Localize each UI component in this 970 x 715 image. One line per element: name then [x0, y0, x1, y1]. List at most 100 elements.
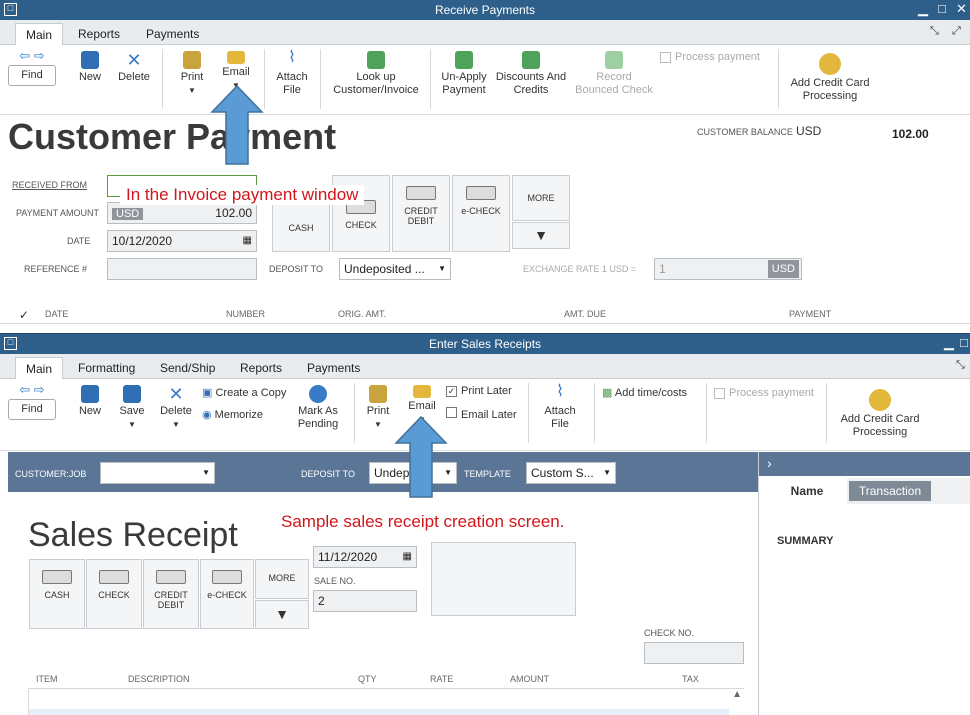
table-row[interactable]: [29, 709, 729, 715]
summary-heading: SUMMARY: [777, 535, 834, 547]
tab-bar: Main Reports Payments ⤡ ⤢: [0, 20, 970, 46]
find-button[interactable]: ⇦ ⇨ Find: [8, 383, 56, 420]
expand-icon[interactable]: ⤢: [952, 25, 961, 38]
payment-method-echeck[interactable]: e-CHECK: [200, 559, 254, 629]
check-icon: [99, 570, 129, 584]
window-menu-icon[interactable]: □: [4, 3, 17, 16]
memorize-button[interactable]: ◉ Memorize: [202, 409, 292, 422]
credit-card-icon: [869, 389, 891, 411]
minimize-icon[interactable]: ▁: [944, 334, 954, 352]
new-button[interactable]: New: [72, 51, 108, 84]
save-icon: [123, 385, 141, 403]
check-column-icon: ✓: [19, 308, 30, 322]
tab-main[interactable]: Main: [15, 357, 64, 380]
close-icon[interactable]: ✕: [956, 0, 967, 18]
lookup-customer-invoice-button[interactable]: Look up Customer/Invoice: [328, 51, 424, 97]
payment-amount-field[interactable]: USD 102.00: [107, 202, 257, 224]
restore-icon[interactable]: ⤡: [930, 25, 939, 38]
add-credit-card-processing-button[interactable]: Add Credit Card Processing: [834, 389, 926, 439]
separator: [162, 49, 163, 109]
payment-method-cash[interactable]: CASH: [272, 202, 330, 252]
attach-file-button[interactable]: ⌇ Attach File: [272, 50, 312, 97]
date-field[interactable]: 11/12/2020 ▦: [313, 546, 417, 568]
date-field[interactable]: 10/12/2020 ▦: [107, 230, 257, 252]
check-mark-icon: [309, 385, 327, 403]
new-button[interactable]: New: [72, 385, 108, 418]
maximize-icon[interactable]: □: [938, 0, 946, 18]
payment-method-credit-debit[interactable]: CREDIT DEBIT: [143, 559, 199, 629]
tab-reports[interactable]: Reports: [68, 23, 130, 45]
minimize-icon[interactable]: ▁: [918, 0, 928, 18]
record-bounced-check-button[interactable]: Record Bounced Check: [572, 51, 656, 97]
toolbar-ribbon: ⇦ ⇨ Find New ✕ Delete Print ▼ Email ▼ ⌇ …: [0, 45, 970, 115]
print-button[interactable]: Print ▼: [174, 51, 210, 97]
tab-name[interactable]: Name: [767, 478, 847, 504]
sale-no-field[interactable]: 2: [313, 590, 417, 612]
page-title: Sales Receipt: [28, 516, 238, 554]
page-title: Customer Payment: [8, 116, 337, 157]
calendar-icon: ▦: [402, 551, 412, 562]
col-payment: PAYMENT: [789, 309, 832, 319]
payment-method-more[interactable]: MORE: [255, 559, 309, 599]
delete-button[interactable]: ✕ Delete: [114, 51, 154, 84]
discounts-credits-button[interactable]: Discounts And Credits: [494, 51, 568, 97]
tab-payments[interactable]: Payments: [297, 357, 370, 379]
chevron-right-icon[interactable]: ›: [767, 455, 772, 471]
tab-send-ship[interactable]: Send/Ship: [150, 357, 225, 379]
payment-method-cash[interactable]: CASH: [29, 559, 85, 629]
pointer-arrow-up: [394, 415, 448, 498]
payment-method-echeck[interactable]: e-CHECK: [452, 175, 510, 252]
chevron-down-icon: ▼: [438, 264, 446, 273]
customer-balance-label: CUSTOMER BALANCE: [697, 127, 793, 137]
sales-receipts-window: □ Enter Sales Receipts ▁ □ Main Formatti…: [0, 333, 970, 715]
delete-button[interactable]: ✕ Delete ▼: [156, 385, 196, 431]
add-credit-card-processing-button[interactable]: Add Credit Card Processing: [784, 53, 876, 103]
separator: [594, 383, 595, 443]
scroll-up-icon[interactable]: ▲: [732, 689, 742, 700]
customer-job-select[interactable]: ▼: [100, 462, 215, 484]
maximize-icon[interactable]: □: [960, 334, 968, 352]
received-from-label: RECEIVED FROM: [12, 180, 88, 190]
echeck-icon: [466, 186, 496, 200]
tab-formatting[interactable]: Formatting: [68, 357, 145, 379]
create-copy-button[interactable]: ▣ Create a Copy: [202, 387, 302, 400]
window-menu-icon[interactable]: □: [4, 337, 17, 350]
process-payment-checkbox[interactable]: Process payment: [660, 51, 770, 64]
deposit-to-select[interactable]: Undeposited ... ▼: [339, 258, 451, 280]
reference-field[interactable]: [107, 258, 257, 280]
print-later-checkbox[interactable]: ✓ Print Later: [446, 385, 526, 398]
email-later-checkbox[interactable]: Email Later: [446, 407, 526, 422]
tab-transaction[interactable]: Transaction: [849, 481, 931, 501]
payment-method-check[interactable]: CHECK: [86, 559, 142, 629]
more-dropdown-button[interactable]: ▼: [255, 600, 309, 629]
check-no-field[interactable]: [644, 642, 744, 664]
tab-reports[interactable]: Reports: [230, 357, 292, 379]
exchange-rate-field[interactable]: 1 USD: [654, 258, 802, 280]
sold-to-box[interactable]: [431, 542, 576, 616]
reference-label: REFERENCE #: [24, 264, 88, 274]
lookup-icon: [367, 51, 385, 69]
form-header-bar: CUSTOMER:JOB ▼ DEPOSIT TO Undep ▼ TEMPLA…: [8, 452, 758, 492]
process-payment-checkbox[interactable]: Process payment: [714, 387, 824, 400]
mark-as-pending-button[interactable]: Mark As Pending: [292, 385, 344, 431]
restore-icon[interactable]: ⤡: [956, 359, 965, 372]
chevron-down-icon: ▼: [275, 606, 289, 622]
chevron-down-icon: ▼: [603, 468, 611, 477]
copy-icon: ▣: [202, 387, 213, 399]
attach-file-button[interactable]: ⌇ Attach File: [540, 384, 580, 431]
tab-payments[interactable]: Payments: [136, 23, 209, 45]
payment-method-credit-debit[interactable]: CREDIT DEBIT: [392, 175, 450, 252]
find-button[interactable]: ⇦ ⇨ Find: [8, 49, 56, 86]
tab-bar: Main Formatting Send/Ship Reports Paymen…: [0, 354, 970, 380]
unapply-payment-button[interactable]: Un-Apply Payment: [436, 51, 492, 97]
tab-main[interactable]: Main: [15, 23, 64, 46]
template-select[interactable]: Custom S... ▼: [526, 462, 616, 484]
print-button[interactable]: Print ▼: [360, 385, 396, 431]
more-dropdown-button[interactable]: ▼: [512, 222, 570, 249]
add-time-costs-button[interactable]: ▩ Add time/costs: [602, 387, 702, 400]
calendar-icon: ▦: [242, 235, 252, 246]
payment-method-more[interactable]: MORE: [512, 175, 570, 221]
save-button[interactable]: Save ▼: [114, 385, 150, 431]
line-items-grid[interactable]: ▲: [28, 689, 744, 715]
printer-icon: [369, 385, 387, 403]
